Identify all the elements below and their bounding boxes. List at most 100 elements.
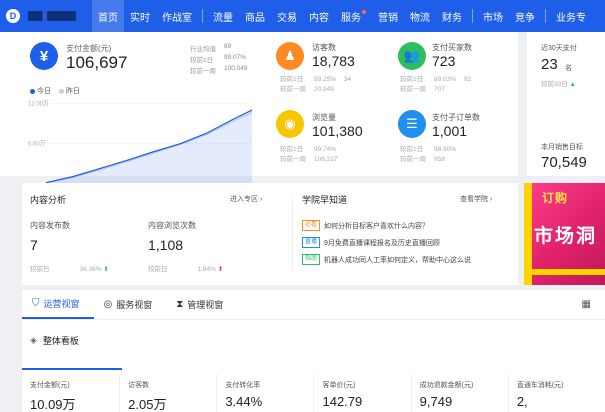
pay-mini-stat: 较前1日 99.07%: [190, 54, 247, 64]
side-sub-30d: 较前30日 ▲: [541, 81, 576, 88]
metric-sub: 较前一周 958: [400, 156, 445, 163]
nav-item-marketing[interactable]: 营销: [372, 0, 404, 32]
kpi-pay-amount[interactable]: 支付金额(元) 10.09万: [22, 368, 123, 412]
kpi-visitors[interactable]: 访客数 2.05万: [119, 374, 216, 412]
publish-count-sub: 较前日 36.36% ⬆: [30, 266, 109, 273]
nav-item-finance[interactable]: 财务: [436, 0, 468, 32]
y-tick-label: 6.00万: [28, 141, 46, 148]
nav-item-logistics[interactable]: 物流: [404, 0, 436, 32]
banner-line1: 订购: [542, 191, 569, 205]
banner-line2: 市场洞: [534, 226, 598, 247]
metric-label: 访客数: [312, 43, 336, 52]
realtime-overview-card: ¥ 支付金额(元) 106,697 行业均值 69 较前1日 99.07% 较前一周…: [0, 32, 518, 196]
kpi-refund[interactable]: 成功退款金额(元) 9,749: [410, 374, 508, 412]
metric-label: 支付子订单数: [432, 113, 480, 122]
yen-icon: ¥: [30, 42, 58, 70]
side-title-target: 本月销售目标: [541, 144, 583, 151]
buyer-icon: 👥: [398, 42, 426, 70]
school-title: 学院早知道: [302, 195, 348, 205]
kpi-ad-spend[interactable]: 直通车消耗(元) 2,: [507, 374, 605, 412]
nav-item-service[interactable]: 服务: [335, 0, 372, 32]
view-count-label: 内容浏览次数: [148, 221, 196, 230]
nav-item-products[interactable]: 商品: [239, 0, 271, 32]
up-arrow-icon: ⬆: [103, 266, 109, 273]
view-count-value: 1,108: [148, 237, 184, 253]
promo-banner[interactable]: 订购 市场洞: [524, 183, 605, 285]
up-arrow-red-icon: ⬆: [217, 266, 224, 273]
notification-dot-icon: [362, 10, 366, 14]
shield-icon: ⛉: [32, 298, 40, 309]
nav-item-war-room[interactable]: 作战室: [156, 0, 198, 32]
pay-mini-stat: 较前一周 100,049: [190, 65, 248, 75]
news-tag: 必看: [302, 220, 321, 231]
view-school-link[interactable]: 查看学院 ›: [460, 194, 492, 204]
kpi-unit-price[interactable]: 客单价(元) 142.79: [313, 374, 410, 412]
calendar-icon[interactable]: ▦: [582, 299, 591, 310]
publish-count-value: 7: [30, 237, 38, 253]
metric-label: 支付买家数: [432, 43, 472, 52]
publish-count-label: 内容发布数: [30, 221, 70, 230]
news-item[interactable]: 必看 如何分析目标客户喜欢什么内容？: [302, 220, 429, 231]
side-summary-card: 近30天支付 23 名 较前30日 ▲ 本月销售目标 70,549: [527, 32, 605, 176]
metric-sub: 较前一周 106,227: [280, 156, 338, 163]
kpi-conversion[interactable]: 支付转化率 3.44%: [216, 374, 313, 412]
side-value-target: 70,549: [541, 154, 587, 171]
nav-item-business[interactable]: 业务专: [550, 0, 592, 32]
pay-amount-value: 106,697: [66, 53, 128, 72]
metric-value: 101,380: [312, 123, 363, 139]
metric-sub: 较前一周 707: [400, 86, 445, 93]
news-tag: 直播: [302, 237, 321, 248]
nav-item-realtime[interactable]: 实时: [124, 0, 156, 32]
dashboard-tabs-card: ⛉ 运营视窗 ◎ 服务视窗 ⧗ 管理视窗 ▦ ◈ 整体看板 支付金额(元) 10.09万 …: [22, 290, 605, 412]
section-divider: [292, 195, 293, 273]
metric-sub: 较前1日 99.74%: [280, 146, 337, 153]
metric-sub: 较前一周 20,949: [280, 86, 334, 93]
metric-value: 723: [432, 53, 456, 69]
main-nav: 首页 实时 作战室 流量 商品 交易 内容 服务 营销 物流 财务 市场 竞争 …: [92, 0, 592, 32]
headset-icon: ◎: [103, 299, 113, 310]
nav-item-competition[interactable]: 竞争: [509, 0, 541, 32]
view-tabs: ⛉ 运营视窗 ◎ 服务视窗 ⧗ 管理视窗: [22, 290, 605, 320]
news-item[interactable]: 指南 机器人成功同人工率如何定义，帮助中心这么说: [302, 254, 471, 265]
pay-mini-stat: 行业均值 69: [190, 43, 232, 53]
metric-sub: 较前1日 98.90%: [400, 146, 457, 153]
metric-value: 18,783: [312, 53, 355, 69]
y-tick-label: 12.00万: [28, 100, 49, 107]
app-logo-icon[interactable]: D: [6, 9, 20, 23]
metric-sub: 较前1日 99.25% 34: [280, 76, 352, 83]
nav-item-traffic[interactable]: 流量: [207, 0, 239, 32]
nav-divider: [545, 9, 546, 23]
nav-item-market[interactable]: 市场: [477, 0, 509, 32]
tab-operations[interactable]: ⛉ 运营视窗: [22, 290, 94, 319]
visitor-icon: ♟: [276, 42, 304, 70]
nav-item-service-label: 服务: [341, 12, 361, 24]
tab-service[interactable]: ◎ 服务视窗: [94, 290, 167, 319]
nav-divider: [202, 9, 203, 23]
metric-value: 1,001: [432, 123, 468, 139]
overview-title: ◈ 整体看板: [30, 335, 79, 346]
nav-item-home[interactable]: 首页: [92, 0, 124, 32]
hourglass-icon: ⧗: [176, 299, 184, 310]
news-item[interactable]: 直播 9月免费直播课程报名及历史直播回顾: [302, 237, 440, 248]
side-unit-30d: 名: [565, 65, 572, 72]
up-arrow-icon: ▲: [569, 81, 576, 88]
nav-item-trade[interactable]: 交易: [271, 0, 303, 32]
side-value-30d: 23: [541, 56, 558, 73]
view-count-sub: 较前日 1.84% ⬆: [148, 266, 224, 273]
nav-item-content[interactable]: 内容: [303, 0, 335, 32]
content-analysis-card: 内容分析 进入专区 › 内容发布数 7 较前日 36.36% ⬆ 内容浏览次数 1…: [22, 183, 518, 285]
order-icon: ☰: [398, 110, 426, 138]
metric-sub: 较前1日 89.03% 92: [400, 76, 472, 83]
series-today-area: [46, 110, 252, 184]
nav-divider: [472, 9, 473, 23]
tab-management[interactable]: ⧗ 管理视窗: [166, 290, 237, 319]
brand-name-redacted: [28, 11, 76, 21]
side-title-30d: 近30天支付: [541, 45, 577, 52]
news-tag: 指南: [302, 254, 321, 265]
eye-icon: ◉: [276, 110, 304, 138]
content-analysis-title: 内容分析: [30, 195, 67, 205]
kpi-row: 支付金额(元) 10.09万 访客数 2.05万 支付转化率 3.44% 客单价(元)…: [22, 368, 605, 412]
enter-zone-link[interactable]: 进入专区 ›: [230, 194, 262, 204]
banner-bar: [532, 269, 605, 275]
layers-icon: ◈: [30, 335, 37, 345]
